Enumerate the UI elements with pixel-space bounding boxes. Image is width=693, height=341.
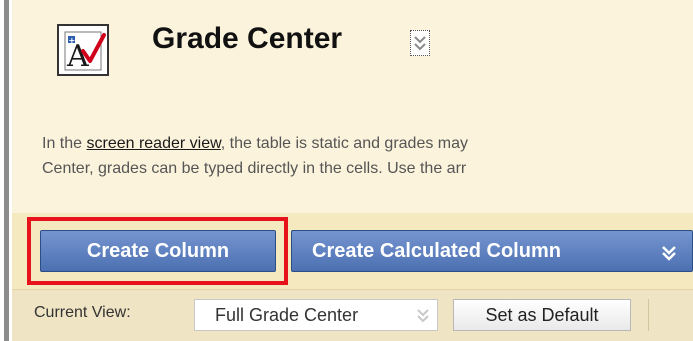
cut-off-control (648, 299, 693, 331)
create-calculated-column-button[interactable]: Create Calculated Column (291, 230, 693, 272)
double-chevron-down-icon (414, 36, 426, 51)
instructions-line-2: Center, grades can be typed directly in … (42, 160, 467, 177)
double-chevron-down-icon (417, 309, 429, 323)
current-view-select[interactable]: Full Grade Center (194, 299, 438, 331)
set-as-default-button[interactable]: Set as Default (453, 299, 631, 331)
left-border (0, 0, 12, 341)
double-chevron-down-icon (662, 246, 676, 261)
page-title: Grade Center (152, 22, 343, 55)
view-bar: Current View: Full Grade Center Set as D… (12, 289, 693, 341)
current-view-label: Current View: (34, 304, 131, 321)
instructions-line-1: In the screen reader view, the table is … (42, 135, 469, 152)
grade-book-icon: A + (57, 24, 109, 76)
instructions-text: In the screen reader view, the table is … (42, 131, 692, 181)
create-calculated-column-label: Create Calculated Column (312, 240, 561, 262)
screen-reader-view-link[interactable]: screen reader view (86, 135, 220, 152)
create-column-button[interactable]: Create Column (40, 230, 276, 272)
page-title-menu[interactable] (410, 30, 430, 56)
current-view-value: Full Grade Center (215, 305, 359, 325)
action-bar: Create Column Create Calculated Column (12, 213, 693, 289)
svg-text:+: + (69, 36, 76, 45)
